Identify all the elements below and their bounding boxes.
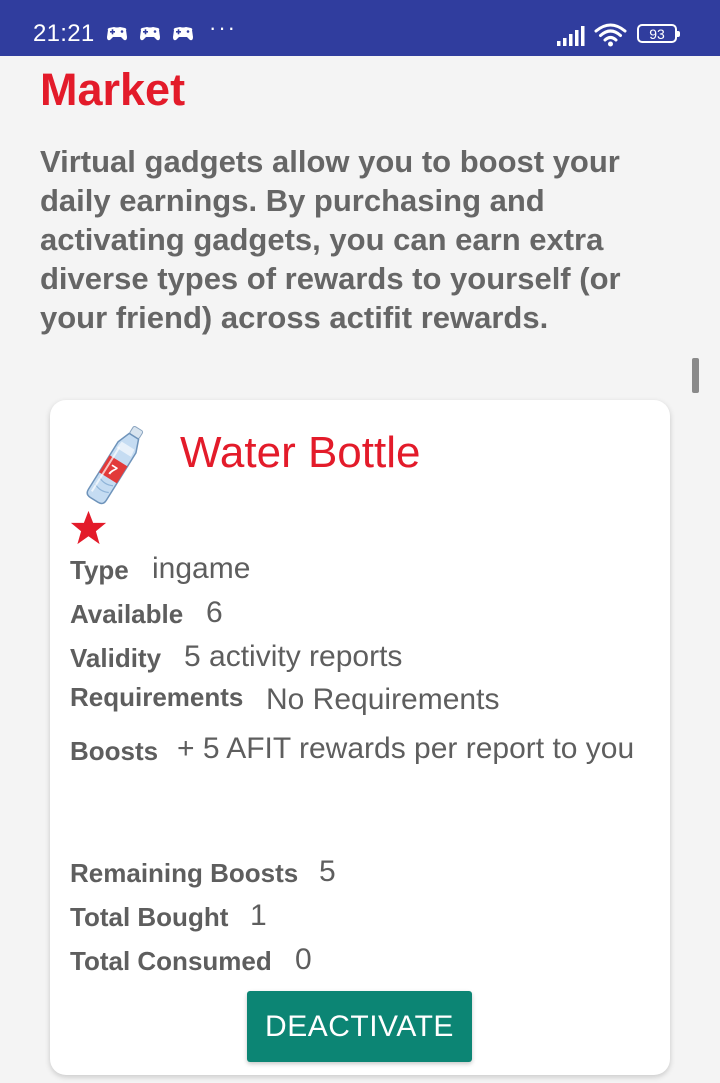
deactivate-button[interactable]: DEACTIVATE (247, 991, 472, 1062)
type-label: Type (70, 555, 129, 585)
water-bottle-icon: 7 (86, 425, 144, 505)
star-icon (70, 510, 107, 545)
total-consumed-label: Total Consumed (70, 946, 272, 976)
game-controller-icon (140, 27, 160, 41)
remaining-boosts-value: 5 (319, 855, 336, 888)
boosts-label: Boosts (70, 736, 159, 766)
boosts-value: + 5 AFIT rewards per report to you (177, 732, 635, 765)
requirements-value: No Requirements (266, 683, 500, 716)
wifi-icon (594, 23, 627, 47)
type-value: ingame (152, 552, 251, 585)
more-notifications-icon: ··· (209, 15, 237, 40)
market-description: Virtual gadgets allow you to boost your … (40, 144, 621, 335)
game-controller-icon (107, 27, 127, 41)
status-bar: 21:21 ··· 93 (0, 0, 720, 56)
gadget-name: Water Bottle (180, 428, 421, 477)
total-bought-label: Total Bought (70, 902, 229, 932)
status-time: 21:21 (33, 20, 95, 47)
requirements-label: Requirements (70, 682, 244, 712)
available-value: 6 (206, 596, 223, 629)
validity-value: 5 activity reports (184, 640, 403, 673)
signal-icon (557, 26, 585, 46)
page-title: Market (40, 64, 186, 115)
remaining-boosts-label: Remaining Boosts (70, 858, 299, 888)
total-bought-value: 1 (250, 899, 267, 932)
battery-level: 93 (649, 26, 665, 42)
battery-icon: 93 (637, 24, 680, 43)
total-consumed-value: 0 (295, 943, 312, 976)
available-label: Available (70, 599, 184, 629)
scrollbar[interactable] (692, 358, 699, 393)
validity-label: Validity (70, 643, 162, 673)
game-controller-icon (173, 27, 193, 41)
